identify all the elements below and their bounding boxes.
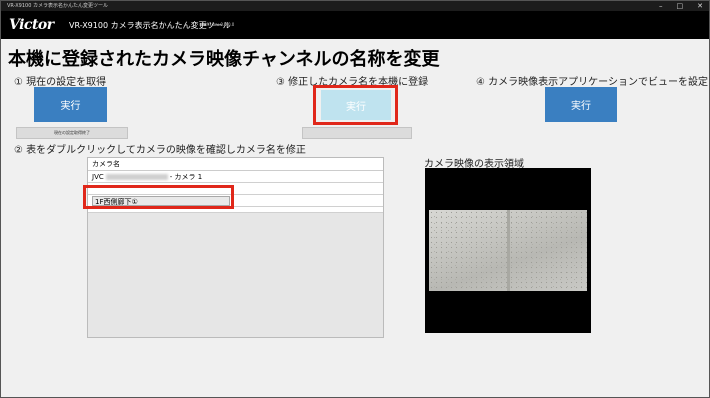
redacted-text [105, 174, 168, 180]
step3-status [302, 127, 412, 139]
camera-name-grid[interactable]: カメラ名 JVC - カメラ 1 1F西側廊下① [87, 157, 384, 338]
table-row[interactable] [88, 207, 383, 213]
step3-run-button[interactable]: 実行 [321, 90, 391, 120]
version-label: Version: 0.0.0.0 [203, 22, 235, 27]
step1-status: 現在の設定取得終了 [16, 127, 128, 139]
camera-video-frame [429, 210, 587, 291]
step4-label: ④ カメラ映像表示アプリケーションでビューを設定 [476, 77, 708, 88]
step1-run-button[interactable]: 実行 [34, 87, 107, 122]
page-title: 本機に登録されたカメラ映像チャンネルの名称を変更 [8, 49, 440, 70]
row-suffix: - カメラ 1 [169, 173, 203, 181]
row-prefix: JVC [92, 173, 104, 181]
main-panel: 本機に登録されたカメラ映像チャンネルの名称を変更 ① 現在の設定を取得 実行 現… [1, 39, 709, 397]
victor-logo: Victor [9, 17, 54, 33]
step4-run-button[interactable]: 実行 [545, 87, 617, 122]
app-window: VR-X9100 カメラ表示名かんたん変更ツール – □ ✕ Victor VR… [0, 0, 710, 398]
camera-name-edit-field[interactable]: 1F西側廊下① [92, 196, 230, 206]
minimize-icon[interactable]: – [659, 1, 663, 11]
grid-cell-camera-name[interactable]: JVC - カメラ 1 [92, 171, 202, 183]
table-row[interactable] [88, 183, 383, 195]
step3-label: ③ 修正したカメラ名を本機に登録 [276, 77, 429, 88]
step2-label: ② 表をダブルクリックしてカメラの映像を確認しカメラ名を修正 [14, 145, 306, 156]
step1-label: ① 現在の設定を取得 [14, 77, 107, 88]
table-row[interactable]: JVC - カメラ 1 [88, 171, 383, 183]
app-header: Victor VR-X9100 カメラ表示名かんたん変更ツール Version:… [1, 11, 709, 39]
close-icon[interactable]: ✕ [697, 1, 703, 11]
table-row[interactable]: 1F西側廊下① [88, 195, 383, 207]
maximize-icon[interactable]: □ [677, 1, 684, 11]
window-title: VR-X9100 カメラ表示名かんたん変更ツール [7, 3, 108, 9]
window-titlebar: VR-X9100 カメラ表示名かんたん変更ツール – □ ✕ [1, 1, 709, 11]
camera-video-display[interactable] [425, 168, 591, 333]
grid-header-camera-name: カメラ名 [88, 158, 383, 171]
window-controls: – □ ✕ [659, 1, 703, 11]
